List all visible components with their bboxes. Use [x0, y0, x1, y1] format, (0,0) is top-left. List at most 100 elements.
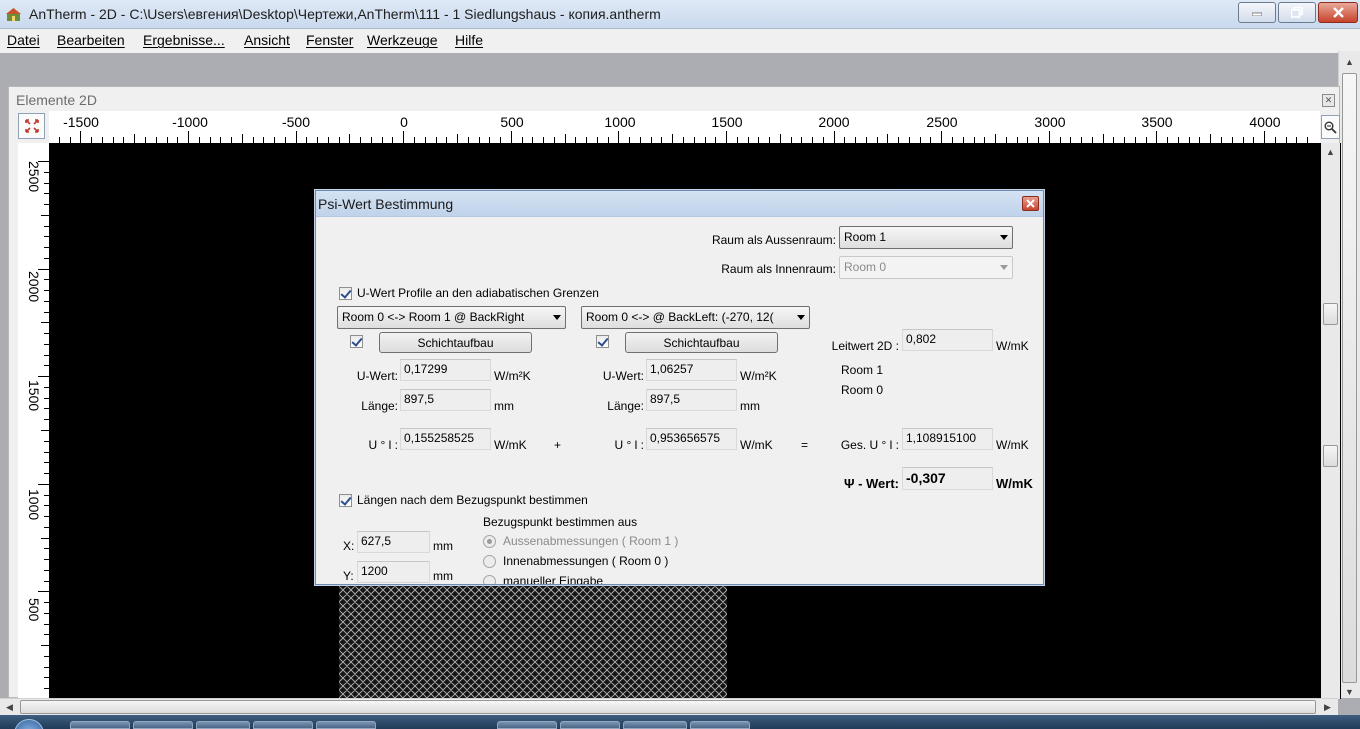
menu-werkzeuge[interactable]: Werkzeuge	[367, 32, 438, 48]
psi-wert-label: Ψ - Wert:	[843, 476, 899, 491]
left-ul-label: U ° l :	[368, 438, 398, 452]
radio-aussenabmessungen[interactable]	[483, 535, 496, 548]
ruler-v-label: 1500	[26, 380, 42, 412]
bezugspunkt-title: Bezugspunkt bestimmen aus	[483, 515, 638, 529]
ges-ul-unit: W/mK	[996, 438, 1029, 452]
ruler-h-label: 1500	[711, 114, 743, 130]
horizontal-scroll-thumb[interactable]	[20, 700, 1316, 714]
ruler-h-label: 1000	[604, 114, 636, 130]
raum-innen-select[interactable]: Room 0	[839, 256, 1013, 279]
left-uwert-label: U-Wert:	[356, 369, 398, 383]
taskbar-item[interactable]	[133, 721, 193, 729]
scroll-left-arrow-icon[interactable]: ◀	[1, 699, 18, 716]
profile-left-select[interactable]: Room 0 <-> Room 1 @ BackRight	[337, 306, 566, 329]
taskbar-item[interactable]	[253, 721, 313, 729]
raum-aussen-select[interactable]: Room 1	[839, 226, 1013, 249]
horizontal-ruler: -1500 -1000 -500 0 500 1000 1500 2000 25…	[49, 111, 1320, 143]
menu-fenster[interactable]: Fenster	[306, 32, 353, 48]
right-ul-unit: W/mK	[740, 438, 773, 452]
right-laenge-label: Länge:	[607, 399, 644, 413]
leitwert-unit: W/mK	[996, 339, 1029, 353]
taskbar-item[interactable]	[196, 721, 250, 729]
raum-innen-label: Raum als Innenraum:	[721, 262, 836, 276]
laengen-checkbox[interactable]	[339, 494, 352, 507]
ruler-h-label: 2500	[926, 114, 958, 130]
ruler-h-label: 3000	[1034, 114, 1066, 130]
zoom-button[interactable]	[1321, 115, 1340, 139]
horizontal-scrollbar[interactable]: ◀ ▶	[0, 698, 1338, 715]
taskbar-item[interactable]	[497, 721, 557, 729]
dialog-titlebar: Psi-Wert Bestimmung	[316, 191, 1043, 216]
menu-datei[interactable]: Datei	[7, 32, 40, 48]
radio-aussenabmessungen-label: Aussenabmessungen ( Room 1 )	[503, 534, 679, 548]
right-uwert-field[interactable]: 1,06257	[646, 359, 737, 381]
right-schicht-checkbox[interactable]	[596, 335, 609, 348]
scroll-down-arrow-icon[interactable]: ▼	[1341, 683, 1358, 700]
canvas-scroll-up-arrow-icon[interactable]: ▲	[1322, 143, 1339, 160]
left-schicht-checkbox[interactable]	[350, 335, 363, 348]
raum-aussen-label: Raum als Aussenraum:	[711, 233, 836, 247]
canvas-vertical-scrollbar[interactable]: ▲	[1321, 143, 1340, 699]
minimize-button[interactable]	[1238, 2, 1276, 23]
canvas-scroll-thumb[interactable]	[1323, 303, 1338, 325]
taskbar-item[interactable]	[316, 721, 376, 729]
left-laenge-label: Länge:	[361, 399, 398, 413]
start-button-icon[interactable]	[14, 719, 44, 729]
right-ul-field[interactable]: 0,953656575	[646, 428, 737, 450]
laengen-label: Längen nach dem Bezugspunkt bestimmen	[357, 493, 588, 507]
radio-innenabmessungen[interactable]	[483, 555, 496, 568]
menu-ergebnisse[interactable]: Ergebnisse...	[143, 32, 225, 48]
left-laenge-unit: mm	[494, 399, 514, 413]
leitwert-field[interactable]: 0,802	[902, 329, 993, 351]
uwert-profile-label: U-Wert Profile an den adiabatischen Gren…	[357, 286, 599, 300]
ruler-h-label: 500	[500, 114, 524, 130]
scroll-up-arrow-icon[interactable]: ▲	[1341, 53, 1358, 70]
dialog-body: Raum als Aussenraum: Room 1 Raum als Inn…	[316, 216, 1043, 584]
taskbar-item[interactable]	[70, 721, 130, 729]
restore-button[interactable]	[1278, 2, 1316, 23]
raum-aussen-value: Room 1	[844, 230, 887, 244]
psi-wert-unit: W/mK	[996, 476, 1033, 491]
x-label: X:	[343, 539, 355, 553]
scroll-right-arrow-icon[interactable]: ▶	[1319, 699, 1336, 716]
profile-right-select[interactable]: Room 0 <-> @ BackLeft: (-270, 12(	[581, 306, 810, 329]
restore-icon	[1291, 7, 1303, 18]
left-ul-field[interactable]: 0,155258525	[400, 428, 491, 450]
psi-wert-field[interactable]: -0,307	[902, 467, 993, 490]
dialog-close-button[interactable]	[1022, 196, 1039, 211]
ges-ul-field[interactable]: 1,108915100	[902, 428, 993, 450]
y-field[interactable]: 1200	[357, 561, 430, 583]
menu-hilfe[interactable]: Hilfe	[455, 32, 483, 48]
ruler-v-label: 1000	[26, 489, 42, 521]
fit-view-icon	[24, 119, 39, 133]
left-laenge-field[interactable]: 897,5	[400, 389, 491, 411]
ruler-h-label: 2000	[818, 114, 850, 130]
taskbar-item[interactable]	[623, 721, 687, 729]
close-button[interactable]	[1318, 2, 1358, 23]
child-close-icon[interactable]: ✕	[1322, 94, 1335, 107]
right-laenge-field[interactable]: 897,5	[646, 389, 737, 411]
canvas-scroll-thumb-2[interactable]	[1323, 445, 1338, 467]
main-vertical-scrollbar[interactable]: ▲ ▼	[1338, 51, 1360, 698]
horizontal-ruler-ticks	[59, 131, 1308, 143]
taskbar-item[interactable]	[690, 721, 750, 729]
x-field[interactable]: 627,5	[357, 531, 430, 553]
right-schichtaufbau-button[interactable]: Schichtaufbau	[625, 332, 778, 353]
y-unit: mm	[433, 569, 453, 583]
window-title: AnTherm - 2D - C:\Users\евгения\Desktop\…	[29, 6, 661, 22]
ruler-h-label: 4000	[1249, 114, 1281, 130]
right-laenge-unit: mm	[740, 399, 760, 413]
menu-ansicht[interactable]: Ansicht	[244, 32, 290, 48]
uwert-profile-checkbox[interactable]	[339, 287, 352, 300]
taskbar-item[interactable]	[560, 721, 620, 729]
taskbar	[0, 715, 1360, 729]
menu-bearbeiten[interactable]: Bearbeiten	[57, 32, 125, 48]
left-schichtaufbau-button[interactable]: Schichtaufbau	[379, 332, 532, 353]
ruler-v-label: 500	[26, 598, 42, 622]
radio-manueller-eingabe[interactable]	[483, 575, 496, 584]
right-uwert-label: U-Wert:	[602, 369, 644, 383]
window-titlebar: AnTherm - 2D - C:\Users\евгения\Desktop\…	[0, 0, 1360, 29]
left-uwert-field[interactable]: 0,17299	[400, 359, 491, 381]
scroll-thumb[interactable]	[1342, 73, 1357, 683]
fit-view-button[interactable]	[18, 113, 45, 139]
